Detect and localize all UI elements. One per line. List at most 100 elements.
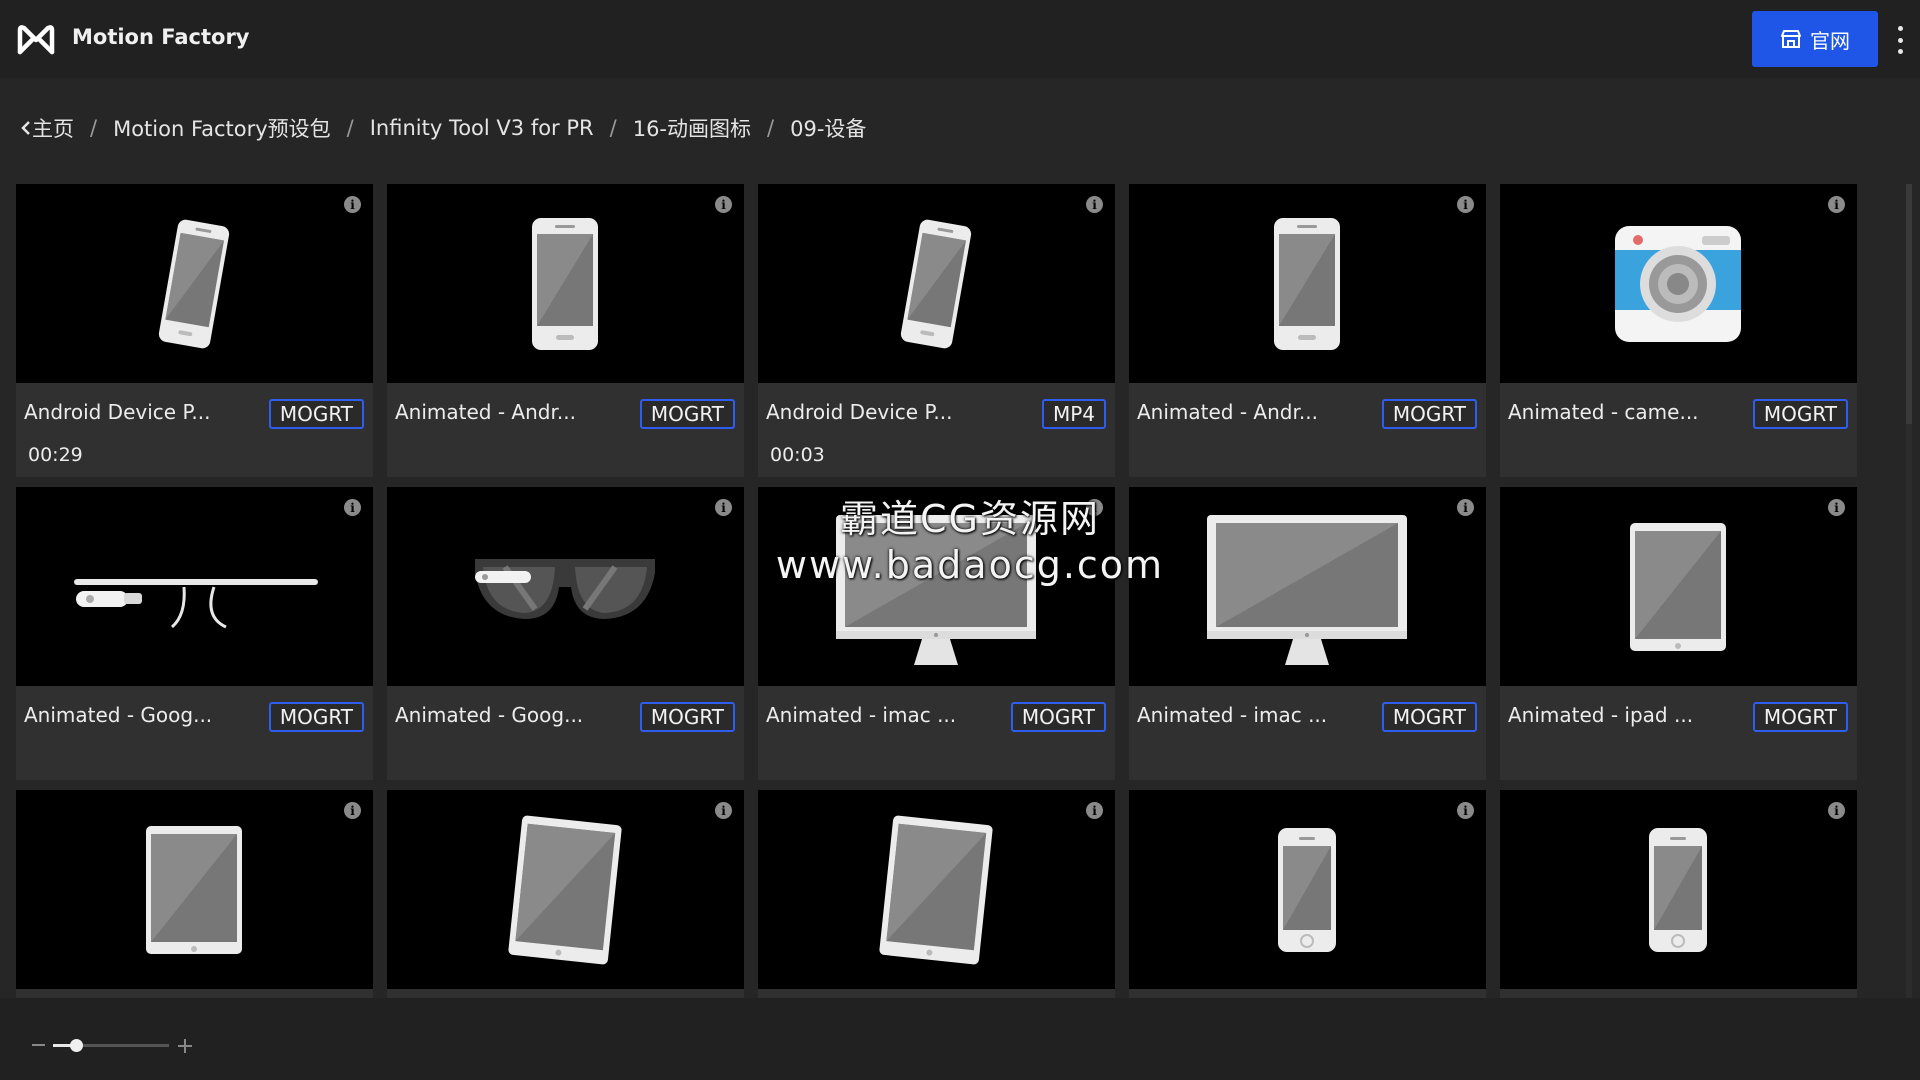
breadcrumb-home[interactable]: 主页 — [20, 113, 74, 143]
breadcrumb-item-presets[interactable]: Motion Factory预设包 — [113, 113, 331, 143]
asset-grid: i Android Device P... MOGRT 00:29 i Animated … — [16, 184, 1858, 998]
bottom-bar — [0, 998, 1920, 1080]
info-icon[interactable]: i — [715, 499, 732, 516]
asset-card[interactable]: i — [16, 790, 373, 998]
top-bar: Motion Factory 官网 — [0, 0, 1920, 78]
format-badge: MOGRT — [1010, 702, 1106, 732]
motion-factory-logo-icon[interactable] — [16, 22, 56, 56]
asset-thumbnail[interactable] — [387, 790, 744, 989]
zoom-in-icon[interactable] — [177, 1038, 193, 1054]
info-icon[interactable]: i — [1086, 499, 1103, 516]
asset-title: Animated - Goog... — [24, 703, 213, 727]
scrollbar-thumb[interactable] — [1906, 184, 1912, 424]
zoom-out-icon[interactable] — [30, 1038, 46, 1052]
asset-title: Animated - ipad ... — [1508, 703, 1694, 727]
asset-thumbnail[interactable] — [1129, 184, 1486, 383]
asset-title: Animated - Andr... — [1137, 400, 1318, 424]
asset-card[interactable]: i — [1129, 790, 1486, 998]
android-phone-icon — [532, 218, 598, 350]
ipad-icon — [146, 826, 242, 954]
info-icon[interactable]: i — [1457, 802, 1474, 819]
asset-card[interactable]: i Android Device P... MP4 00:03 — [758, 184, 1115, 477]
asset-thumbnail[interactable] — [387, 184, 744, 383]
asset-card[interactable]: i — [1500, 790, 1857, 998]
imac-icon — [1207, 515, 1407, 665]
asset-title: Animated - Goog... — [395, 703, 584, 727]
asset-card[interactable]: i Android Device P... MOGRT 00:29 — [16, 184, 373, 477]
asset-thumbnail[interactable] — [1129, 487, 1486, 686]
breadcrumb-item-infinity-tool[interactable]: Infinity Tool V3 for PR — [370, 116, 594, 140]
asset-thumbnail[interactable] — [1500, 487, 1857, 686]
asset-title: Animated - imac ... — [766, 703, 957, 727]
breadcrumb-item-devices[interactable]: 09-设备 — [790, 113, 866, 143]
asset-card[interactable]: i Animated - Andr... MOGRT — [387, 184, 744, 477]
android-phone-tilted-icon — [900, 219, 972, 349]
asset-thumbnail[interactable] — [758, 184, 1115, 383]
asset-card[interactable]: i Animated - ipad ... MOGRT — [1500, 487, 1857, 780]
asset-thumbnail[interactable] — [1500, 184, 1857, 383]
android-phone-tilted-icon — [158, 219, 230, 349]
asset-card[interactable]: i — [758, 790, 1115, 998]
app-title: Motion Factory — [72, 25, 250, 49]
asset-thumbnail[interactable] — [758, 487, 1115, 686]
info-icon[interactable]: i — [1828, 499, 1845, 516]
android-phone-icon — [1274, 218, 1340, 350]
asset-thumbnail[interactable] — [16, 487, 373, 686]
info-icon[interactable]: i — [1457, 196, 1474, 213]
asset-thumbnail[interactable] — [387, 487, 744, 686]
breadcrumb-separator: / — [346, 116, 354, 140]
info-icon[interactable]: i — [1086, 802, 1103, 819]
asset-thumbnail[interactable] — [758, 790, 1115, 989]
ipad-icon — [1630, 523, 1726, 651]
glasses-icon — [475, 559, 655, 619]
info-icon[interactable]: i — [1086, 196, 1103, 213]
format-badge: MOGRT — [1381, 702, 1477, 732]
asset-card[interactable]: i Animated - imac ... MOGRT — [758, 487, 1115, 780]
iphone-icon — [1649, 828, 1707, 952]
asset-card[interactable]: i Animated - came... MOGRT — [1500, 184, 1857, 477]
asset-thumbnail[interactable] — [1129, 790, 1486, 989]
info-icon[interactable]: i — [344, 499, 361, 516]
breadcrumb-separator: / — [90, 116, 98, 140]
more-options-icon[interactable] — [1888, 26, 1912, 54]
asset-thumbnail[interactable] — [16, 184, 373, 383]
store-icon — [1781, 30, 1801, 48]
format-badge: MOGRT — [639, 702, 735, 732]
info-icon[interactable]: i — [344, 802, 361, 819]
asset-thumbnail[interactable] — [16, 790, 373, 989]
info-icon[interactable]: i — [715, 196, 732, 213]
format-badge: MOGRT — [268, 399, 364, 429]
breadcrumb-item-animated-icons[interactable]: 16-动画图标 — [633, 113, 751, 143]
asset-card[interactable]: i Animated - imac ... MOGRT — [1129, 487, 1486, 780]
breadcrumb: 主页 / Motion Factory预设包 / Infinity Tool V… — [20, 112, 866, 144]
asset-card[interactable]: i Animated - Andr... MOGRT — [1129, 184, 1486, 477]
asset-card[interactable]: i Animated - Goog... MOGRT — [387, 487, 744, 780]
asset-card[interactable]: i — [387, 790, 744, 998]
ipad-tilted-icon — [879, 815, 993, 965]
format-badge: MOGRT — [1752, 702, 1848, 732]
scrollbar[interactable] — [1906, 184, 1912, 998]
info-icon[interactable]: i — [1828, 196, 1845, 213]
asset-title: Android Device P... — [24, 400, 211, 424]
format-badge: MP4 — [1041, 399, 1106, 429]
format-badge: MOGRT — [639, 399, 735, 429]
iphone-icon — [1278, 828, 1336, 952]
zoom-slider[interactable] — [53, 1039, 169, 1052]
duration-label: 00:03 — [770, 444, 825, 466]
asset-title: Animated - imac ... — [1137, 703, 1328, 727]
format-badge: MOGRT — [268, 702, 364, 732]
info-icon[interactable]: i — [344, 196, 361, 213]
breadcrumb-separator: / — [767, 116, 775, 140]
google-glass-icon — [74, 579, 318, 629]
official-site-button[interactable]: 官网 — [1752, 11, 1878, 67]
asset-thumbnail[interactable] — [1500, 790, 1857, 989]
duration-label: 00:29 — [28, 444, 83, 466]
chevron-left-icon — [21, 121, 30, 135]
ipad-tilted-icon — [508, 815, 622, 965]
info-icon[interactable]: i — [1457, 499, 1474, 516]
asset-card[interactable]: i Animated - Goog... MOGRT — [16, 487, 373, 780]
info-icon[interactable]: i — [1828, 802, 1845, 819]
info-icon[interactable]: i — [715, 802, 732, 819]
format-badge: MOGRT — [1752, 399, 1848, 429]
asset-title: Animated - came... — [1508, 400, 1699, 424]
